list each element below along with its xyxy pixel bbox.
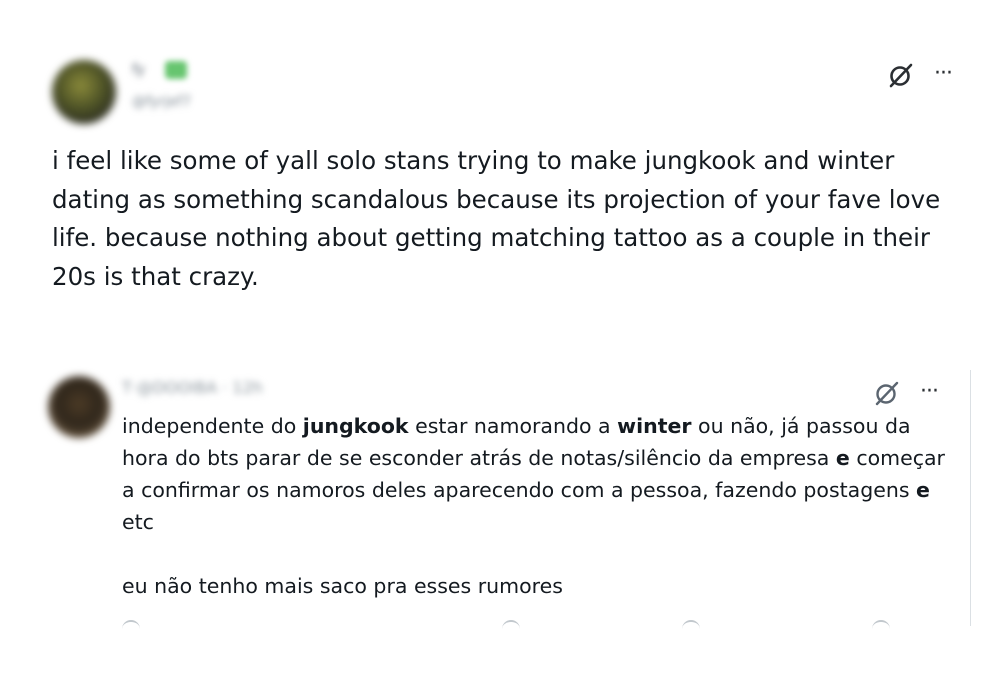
author-name[interactable]: fy (132, 62, 145, 78)
reply-icon[interactable] (122, 620, 140, 630)
like-icon[interactable] (682, 620, 700, 630)
grok-icon[interactable] (887, 61, 915, 89)
grok-icon[interactable] (873, 379, 901, 407)
verified-badge-icon (165, 61, 187, 79)
avatar[interactable] (52, 60, 116, 124)
more-options-icon[interactable]: ··· (928, 60, 958, 88)
reply-text: independente do jungkook estar namorando… (122, 410, 962, 602)
more-options-icon[interactable]: ··· (914, 378, 944, 406)
bookmark-icon[interactable] (872, 620, 890, 630)
reply-text-paragraph: eu não tenho mais saco pra esses rumores (122, 574, 563, 598)
bold-keyword: jungkook (302, 414, 409, 438)
author-handle[interactable]: @fyrjef7 (132, 94, 191, 110)
avatar[interactable] (48, 376, 110, 438)
text-segment: estar namorando a (408, 414, 618, 438)
bold-keyword: e (835, 446, 850, 470)
bold-keyword: e (916, 478, 930, 502)
tweet-post: fy @fyrjef7 ··· i feel like some of yall… (0, 0, 1000, 330)
author-meta[interactable]: T·@DOOIBA · 12h (122, 378, 263, 397)
repost-icon[interactable] (502, 620, 520, 630)
bold-keyword: winter (617, 414, 692, 438)
reply-post: T·@DOOIBA · 12h ··· independente do jung… (22, 370, 971, 626)
tweet-text: i feel like some of yall solo stans tryi… (52, 146, 941, 291)
text-segment: etc (122, 510, 154, 534)
action-bar (122, 620, 952, 630)
text-segment: independente do (122, 414, 303, 438)
